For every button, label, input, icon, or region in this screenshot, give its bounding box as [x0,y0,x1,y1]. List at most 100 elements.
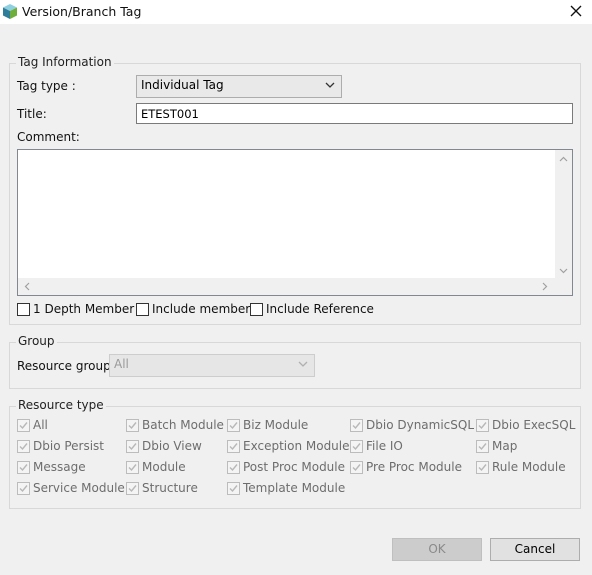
checkbox-label: Exception Module [243,439,350,453]
checkbox-box [17,302,30,316]
checkmark-icon [128,421,137,429]
resource-group-label: Resource group: [17,359,115,373]
resource-type-biz-module-checkbox[interactable]: Biz Module [227,417,308,433]
include-member-checkbox[interactable]: Include member [136,301,250,317]
checkmark-icon [352,421,361,429]
checkbox-box [227,481,240,495]
window-title: Version/Branch Tag [22,4,142,19]
resource-type-module-checkbox[interactable]: Module [126,459,186,475]
checkbox-label: Post Proc Module [243,460,346,474]
scroll-up-icon[interactable] [559,155,568,164]
checkbox-label: Dbio DynamicSQL [366,418,475,432]
close-icon[interactable] [568,3,584,19]
checkbox-box [350,460,363,474]
resource-type-all-checkbox[interactable]: All [17,417,48,433]
resource-type-rule-module-checkbox[interactable]: Rule Module [476,459,566,475]
resource-type-dbio-view-checkbox[interactable]: Dbio View [126,438,202,454]
checkmark-icon [352,442,361,450]
checkbox-label: Include member [152,302,251,316]
checkbox-box [227,460,240,474]
checkbox-box [227,439,240,453]
resource-group-value: All [114,357,129,371]
checkbox-box [350,439,363,453]
checkmark-icon [478,442,487,450]
checkbox-box [17,439,30,453]
comment-label: Comment: [17,130,80,144]
checkmark-icon [128,442,137,450]
resource-type-dbio-persist-checkbox[interactable]: Dbio Persist [17,438,104,454]
chevron-down-icon [298,361,308,367]
comment-vertical-scrollbar[interactable] [555,150,572,278]
checkbox-box [17,418,30,432]
checkbox-label: Batch Module [142,418,224,432]
checkbox-label: 1 Depth Member [33,302,135,316]
checkbox-label: Include Reference [266,302,374,316]
checkbox-label: Service Module [33,481,125,495]
title-label: Title: [17,107,47,121]
comment-horizontal-scrollbar[interactable] [18,278,555,295]
checkmark-icon [128,463,137,471]
checkbox-label: Template Module [243,481,346,495]
scroll-right-icon[interactable] [540,282,549,291]
resource-type-post-proc-module-checkbox[interactable]: Post Proc Module [227,459,345,475]
checkbox-label: Dbio ExecSQL [492,418,576,432]
checkbox-box [126,460,139,474]
checkbox-label: Biz Module [243,418,309,432]
group-legend: Group [16,334,57,348]
checkbox-box [17,460,30,474]
resource-type-message-checkbox[interactable]: Message [17,459,86,475]
checkbox-label: Map [492,439,518,453]
checkbox-box [250,302,263,316]
comment-textarea[interactable] [17,149,573,296]
resource-type-template-module-checkbox[interactable]: Template Module [227,480,345,496]
scroll-down-icon[interactable] [559,266,568,275]
title-input[interactable] [137,104,572,123]
tag-information-legend: Tag Information [16,55,114,69]
resource-type-batch-module-checkbox[interactable]: Batch Module [126,417,224,433]
title-field[interactable] [136,103,573,124]
resource-type-dbio-dynamicsql-checkbox[interactable]: Dbio DynamicSQL [350,417,474,433]
checkmark-icon [229,484,238,492]
checkbox-label: Message [33,460,86,474]
checkmark-icon [352,463,361,471]
checkmark-icon [128,484,137,492]
checkbox-box [126,418,139,432]
checkmark-icon [478,421,487,429]
checkmark-icon [478,463,487,471]
resource-type-exception-module-checkbox[interactable]: Exception Module [227,438,350,454]
resource-type-pre-proc-module-checkbox[interactable]: Pre Proc Module [350,459,462,475]
checkbox-label: Rule Module [492,460,566,474]
checkmark-icon [19,484,28,492]
checkbox-box [476,460,489,474]
resource-group-select[interactable]: All [109,354,315,377]
checkbox-label: File IO [366,439,403,453]
checkbox-label: Dbio Persist [33,439,105,453]
tag-type-label: Tag type : [17,79,76,93]
ok-button[interactable]: OK [392,538,482,561]
one-depth-member-checkbox[interactable]: 1 Depth Member [17,301,134,317]
checkmark-icon [19,442,28,450]
checkmark-icon [19,463,28,471]
resource-type-file-io-checkbox[interactable]: File IO [350,438,403,454]
resource-type-map-checkbox[interactable]: Map [476,438,517,454]
checkbox-box [126,481,139,495]
include-reference-checkbox[interactable]: Include Reference [250,301,374,317]
resource-type-service-module-checkbox[interactable]: Service Module [17,480,125,496]
checkbox-label: Module [142,460,186,474]
checkmark-icon [229,421,238,429]
checkbox-box [136,302,149,316]
resource-type-legend: Resource type [16,398,106,412]
checkbox-box [126,439,139,453]
checkbox-label: Dbio View [142,439,202,453]
checkbox-box [476,439,489,453]
checkbox-label: Structure [142,481,198,495]
checkbox-box [227,418,240,432]
chevron-down-icon [325,82,335,88]
cancel-button[interactable]: Cancel [490,538,580,561]
tag-type-select[interactable]: Individual Tag [136,75,342,98]
checkmark-icon [19,421,28,429]
checkbox-box [476,418,489,432]
scroll-left-icon[interactable] [23,282,32,291]
resource-type-dbio-execsql-checkbox[interactable]: Dbio ExecSQL [476,417,575,433]
resource-type-structure-checkbox[interactable]: Structure [126,480,198,496]
